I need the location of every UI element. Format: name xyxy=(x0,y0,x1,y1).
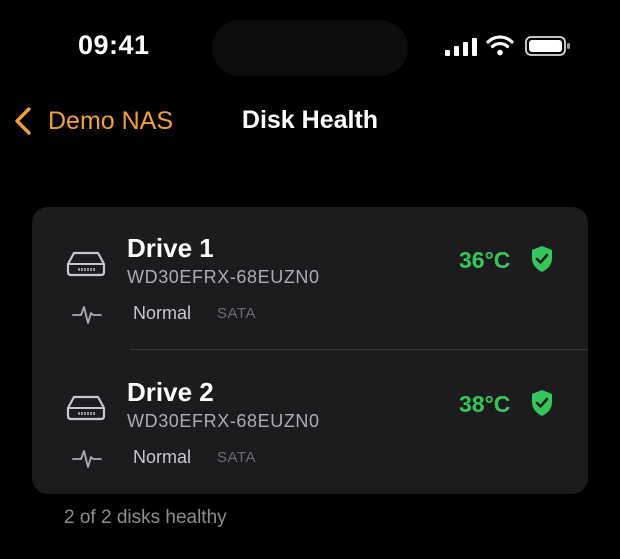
waveform-pulse-icon xyxy=(72,450,102,468)
status-time: 09:41 xyxy=(78,30,150,60)
drive-bus-type: SATA xyxy=(217,305,256,322)
drive-list-card: Drive 1 WD30EFRX-68EUZN0 Normal SATA 36°… xyxy=(32,207,588,494)
shield-check-icon xyxy=(532,246,552,272)
shield-check-icon xyxy=(532,390,552,416)
drive-row[interactable]: Drive 2 WD30EFRX-68EUZN0 Normal SATA 38°… xyxy=(32,351,588,493)
status-bar: 09:41 xyxy=(0,0,620,90)
page-title-text: Disk Health xyxy=(241,106,379,134)
drive-temperature: 38°C xyxy=(459,391,511,417)
wifi-icon xyxy=(486,35,514,56)
drive-name: Drive 1 xyxy=(127,233,214,263)
drive-name: Drive 2 xyxy=(127,377,214,407)
drive-bus-type: SATA xyxy=(217,449,256,466)
page-title: Disk Health xyxy=(0,106,620,135)
navigation-bar: Demo NAS Disk Health xyxy=(0,90,620,152)
waveform-pulse-icon xyxy=(72,306,102,324)
hard-drive-icon xyxy=(66,251,106,277)
drive-row[interactable]: Drive 1 WD30EFRX-68EUZN0 Normal SATA 36°… xyxy=(32,207,588,349)
health-summary: 2 of 2 disks healthy xyxy=(64,507,227,528)
hard-drive-icon xyxy=(66,395,106,421)
drive-model: WD30EFRX-68EUZN0 xyxy=(127,267,320,287)
row-divider xyxy=(130,349,588,350)
drive-status: Normal xyxy=(133,447,192,467)
drive-temperature: 36°C xyxy=(459,247,511,273)
dynamic-island xyxy=(212,20,408,76)
drive-model: WD30EFRX-68EUZN0 xyxy=(127,411,320,431)
battery-icon xyxy=(525,36,570,56)
drive-status: Normal xyxy=(133,303,192,323)
cellular-signal-icon xyxy=(445,38,477,56)
